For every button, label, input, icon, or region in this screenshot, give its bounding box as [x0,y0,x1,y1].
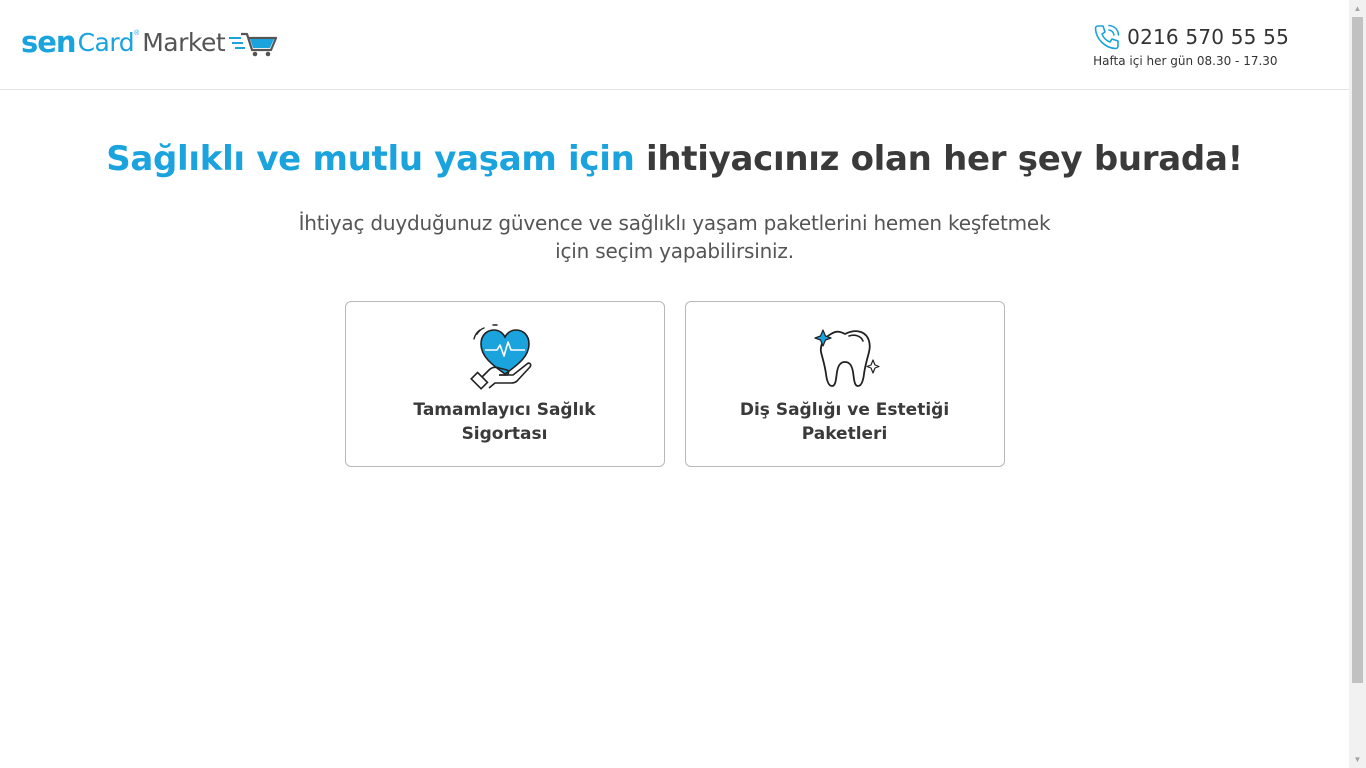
tooth-icon [813,329,880,387]
card-title: Tamamlayıcı Sağlık Sigortası [413,400,596,444]
product-cards: Tamamlayıcı Sağlık Sigortası Diş Sağlığı… [0,301,1349,467]
page-subtitle: İhtiyaç duyduğunuz güvence ve sağlıklı y… [298,211,1051,263]
sencard-market-logo[interactable]: sen Card ® Market [21,24,279,60]
card-complementary-health-insurance[interactable]: Tamamlayıcı Sağlık Sigortası [344,301,665,467]
card-dental-health-packages[interactable]: Diş Sağlığı ve Estetiği Paketleri [684,301,1005,467]
contact-info: 0216 570 55 55 Hafta içi her gün 08.30 -… [1092,22,1289,68]
logo-text-sen: sen [21,24,77,59]
phone-number-link[interactable]: 0216 570 55 55 [1127,25,1289,49]
logo-registered-mark: ® [134,30,140,37]
phone-row: 0216 570 55 55 [1092,22,1289,52]
scroll-down-arrow-icon[interactable]: ▼ [1349,751,1366,768]
cart-icon [229,32,278,57]
site-header: sen Card ® Market 0216 570 55 55 Hafta i… [0,0,1349,90]
logo-text-card: Card [77,27,135,57]
headline-accent: Sağlıklı ve mutlu yaşam için [106,139,635,179]
vertical-scrollbar[interactable]: ▲ ▼ [1349,0,1366,768]
headline-rest: ihtiyacınız olan her şey burada! [646,139,1243,179]
scroll-up-arrow-icon[interactable]: ▲ [1349,0,1366,17]
page-headline: Sağlıklı ve mutlu yaşam için ihtiyacınız… [0,139,1349,179]
heart-hand-icon [469,324,531,390]
working-hours: Hafta içi her gün 08.30 - 17.30 [1093,54,1278,68]
card-title: Diş Sağlığı ve Estetiği Paketleri [739,400,950,444]
phone-icon [1094,24,1120,50]
logo-text-market: Market [142,27,226,57]
main-content: Sağlıklı ve mutlu yaşam için ihtiyacınız… [0,91,1349,467]
scrollbar-thumb[interactable] [1352,17,1363,683]
